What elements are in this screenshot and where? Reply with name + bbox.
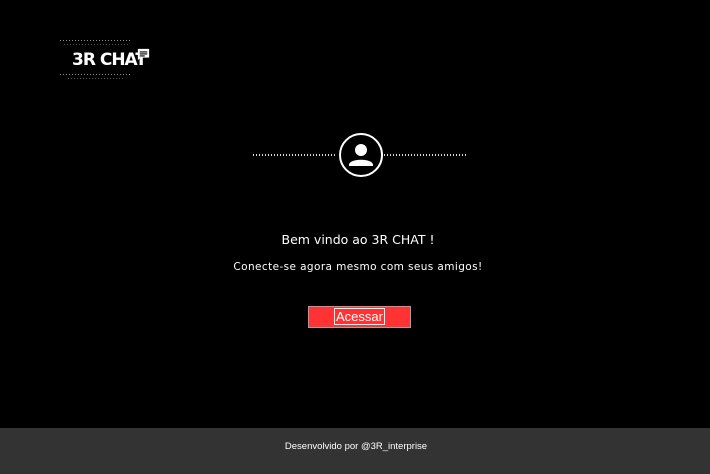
logo-dotted-line — [68, 78, 124, 79]
person-icon — [349, 144, 373, 166]
app-logo: 3R CHAT — [56, 38, 156, 82]
welcome-heading: Bem vindo ao 3R CHAT ! — [281, 232, 435, 247]
dotted-divider-left — [253, 154, 336, 156]
avatar-row — [250, 132, 466, 178]
chat-bubble-icon — [137, 48, 150, 61]
access-button[interactable]: Acessar — [308, 306, 411, 328]
user-avatar-icon — [339, 133, 383, 177]
logo-text: 3R CHAT — [72, 50, 147, 70]
logo-dotted-line — [64, 44, 128, 45]
dotted-divider-right — [384, 154, 466, 156]
access-button-label: Acessar — [334, 308, 385, 325]
logo-dotted-line — [60, 40, 132, 41]
logo-dotted-line — [60, 74, 132, 75]
footer-credit: Desenvolvido por @3R_interprise — [284, 441, 428, 452]
landing-page: 3R CHAT Bem vindo ao 3R CHAT ! Conecte-s… — [0, 0, 710, 474]
welcome-subtitle: Conecte-se agora mesmo com seus amigos! — [233, 261, 483, 273]
footer: Desenvolvido por @3R_interprise — [0, 428, 710, 474]
